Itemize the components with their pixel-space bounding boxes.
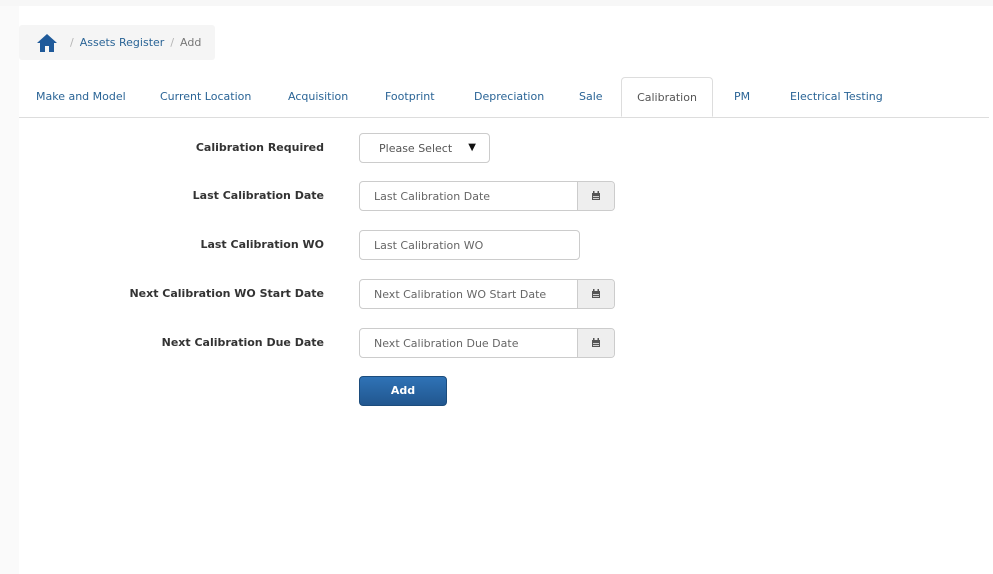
- calendar-icon[interactable]: [577, 329, 614, 357]
- last-calibration-wo-input[interactable]: [360, 231, 578, 259]
- tab-footprint[interactable]: Footprint: [385, 77, 435, 117]
- breadcrumb: / Assets Register / Add: [19, 25, 215, 60]
- last-calibration-date-input[interactable]: [360, 182, 578, 210]
- tab-sale[interactable]: Sale: [579, 77, 603, 117]
- dropdown-caret-icon: ▼: [468, 142, 476, 153]
- home-icon[interactable]: [36, 33, 58, 53]
- breadcrumb-separator: /: [170, 36, 175, 49]
- tab-bar: Make and Model Current Location Acquisit…: [19, 77, 989, 118]
- next-calibration-wo-start-date-input[interactable]: [360, 280, 578, 308]
- calibration-required-select[interactable]: Please Select ▼: [359, 133, 490, 163]
- tab-depreciation[interactable]: Depreciation: [474, 77, 544, 117]
- tab-pm[interactable]: PM: [734, 77, 750, 117]
- top-band: [0, 0, 993, 6]
- last-calibration-wo-group: [359, 230, 580, 260]
- breadcrumb-assets-register[interactable]: Assets Register: [80, 36, 165, 49]
- calibration-required-value: Please Select: [379, 141, 453, 155]
- last-calibration-wo-label: Last Calibration WO: [200, 238, 324, 251]
- last-calibration-date-label: Last Calibration Date: [192, 189, 324, 202]
- tab-acquisition[interactable]: Acquisition: [288, 77, 348, 117]
- tab-electrical-testing[interactable]: Electrical Testing: [790, 77, 883, 117]
- tab-make-and-model[interactable]: Make and Model: [36, 77, 126, 117]
- next-calibration-due-date-label: Next Calibration Due Date: [161, 336, 324, 349]
- breadcrumb-current: Add: [180, 36, 202, 49]
- last-calibration-date-group: [359, 181, 615, 211]
- tab-calibration[interactable]: Calibration: [621, 77, 713, 117]
- next-calibration-wo-start-date-label: Next Calibration WO Start Date: [129, 287, 324, 300]
- next-calibration-due-date-input[interactable]: [360, 329, 578, 357]
- add-button[interactable]: Add: [359, 376, 447, 406]
- calibration-required-label: Calibration Required: [195, 141, 324, 154]
- tab-current-location[interactable]: Current Location: [160, 77, 251, 117]
- calendar-icon[interactable]: [577, 182, 614, 210]
- next-calibration-due-date-group: [359, 328, 615, 358]
- calendar-icon[interactable]: [577, 280, 614, 308]
- breadcrumb-separator: /: [70, 36, 74, 49]
- next-calibration-wo-start-date-group: [359, 279, 615, 309]
